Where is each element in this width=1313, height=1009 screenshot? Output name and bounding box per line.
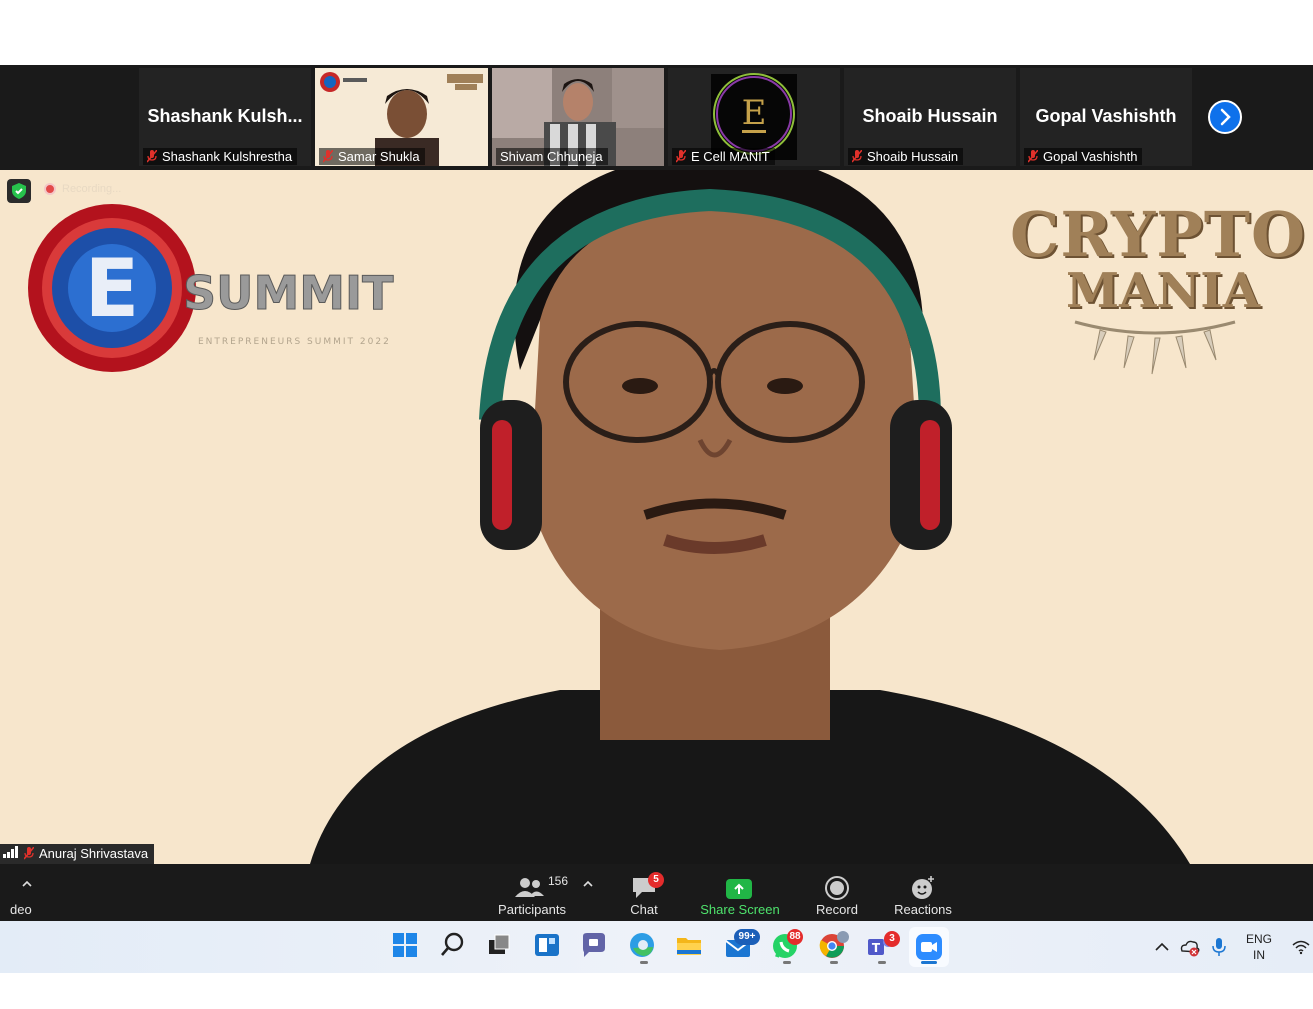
teams-chat-icon [583, 933, 605, 957]
participant-strip: Shashank Kulsh... Shashank Kulshrestha S… [0, 65, 1313, 170]
participant-big-name: Shashank Kulsh... [147, 106, 303, 126]
participant-tile-shashank[interactable]: Shashank Kulsh... Shashank Kulshrestha [139, 68, 311, 166]
recording-dot-icon [44, 183, 56, 195]
language-line1: ENG [1246, 932, 1273, 946]
signal-strength-icon [3, 846, 19, 861]
network-tray-icon[interactable] [1291, 921, 1311, 973]
record-label: Record [816, 902, 858, 917]
mail-button[interactable]: 99+ [724, 929, 760, 963]
share-screen-icon [726, 879, 752, 899]
meeting-toolbar: deo 156 Participants 5 Chat Share Screen… [0, 864, 1313, 921]
chat-label: Chat [630, 902, 658, 917]
participant-name-tag: Shivam Chhuneja [496, 148, 608, 165]
participant-tile-samar[interactable]: Samar Shukla [315, 68, 488, 166]
participant-tile-shoaib[interactable]: Shoaib Hussain Shoaib Hussain [844, 68, 1016, 166]
security-shield-icon[interactable] [7, 179, 31, 203]
record-icon [825, 876, 849, 900]
microphone-icon [1212, 938, 1226, 956]
participant-name: E Cell MANIT [691, 149, 770, 164]
mic-muted-icon [24, 847, 34, 860]
speaker-person [230, 170, 1210, 864]
mic-muted-icon [676, 150, 686, 163]
task-view-icon [489, 934, 510, 954]
task-view-button[interactable] [485, 931, 517, 963]
chevron-up-icon [22, 880, 32, 887]
participant-tile-shivam[interactable]: Shivam Chhuneja [492, 68, 664, 166]
chrome-icon [819, 931, 849, 958]
participant-name-tag: E Cell MANIT [672, 148, 775, 165]
widgets-icon [535, 934, 559, 956]
next-page-button[interactable] [1208, 100, 1242, 134]
esummit-logo-letter: E [85, 242, 140, 335]
recording-label: Recording... [62, 183, 122, 195]
svg-text:E: E [742, 93, 767, 133]
windows-logo-icon [393, 933, 417, 957]
teams-badge: 3 [884, 931, 900, 947]
participants-label: Participants [498, 902, 566, 917]
chevron-up-icon [1155, 942, 1169, 951]
recording-indicator: Recording... [44, 183, 121, 195]
people-icon [515, 878, 544, 897]
participant-big-name: Gopal Vashishth [1035, 106, 1177, 126]
svg-text:T: T [872, 941, 881, 955]
participant-tile-ecell[interactable]: E E Cell MANIT [668, 68, 840, 166]
wifi-icon [1292, 940, 1310, 955]
windows-taskbar: 99+ 88 T 3 ENG IN [0, 921, 1313, 973]
participant-name: Gopal Vashishth [1043, 149, 1138, 164]
speaker-name: Anuraj Shrivastava [39, 846, 149, 861]
smiley-plus-icon [912, 876, 934, 899]
speaker-name-tag: Anuraj Shrivastava [0, 844, 155, 864]
participants-count: 156 [548, 874, 569, 888]
chevron-up-icon [583, 880, 593, 887]
mic-muted-icon [1028, 150, 1038, 163]
mail-badge: 99+ [734, 929, 760, 945]
chrome-button[interactable] [818, 931, 850, 964]
participant-name-tag: Samar Shukla [319, 148, 425, 165]
search-icon [441, 932, 464, 956]
participant-big-name: Shoaib Hussain [862, 106, 998, 126]
tray-overflow-button[interactable] [1152, 921, 1172, 973]
teams-button[interactable]: T 3 [866, 931, 900, 964]
mic-muted-icon [147, 150, 157, 163]
language-line2: IN [1253, 948, 1265, 962]
whatsapp-button[interactable]: 88 [771, 929, 803, 964]
zoom-button[interactable] [909, 927, 949, 967]
participant-name: Shivam Chhuneja [500, 149, 603, 164]
file-explorer-button[interactable] [675, 931, 707, 963]
start-button[interactable] [391, 931, 423, 963]
participant-name: Samar Shukla [338, 149, 420, 164]
folder-icon [677, 938, 701, 955]
share-screen-label: Share Screen [700, 902, 780, 917]
participant-name-tag: Shoaib Hussain [848, 148, 964, 165]
video-label: deo [10, 902, 32, 917]
speaker-video: Recording... E SUMMIT ENTREPRENEURS SUMM… [0, 170, 1313, 864]
search-button[interactable] [438, 931, 470, 963]
chat-badge: 5 [648, 872, 664, 888]
chevron-right-icon [1220, 108, 1231, 126]
mic-muted-icon [323, 150, 333, 163]
mic-muted-icon [852, 150, 862, 163]
participant-tile-gopal[interactable]: Gopal Vashishth Gopal Vashishth [1020, 68, 1192, 166]
edge-browser-icon [630, 933, 654, 957]
participant-name-tag: Shashank Kulshrestha [143, 148, 298, 165]
cloud-error-icon [1180, 940, 1200, 957]
teams-chat-button[interactable] [580, 931, 612, 963]
participants-options-button[interactable] [578, 870, 598, 899]
onedrive-tray-icon[interactable] [1179, 921, 1201, 973]
reactions-label: Reactions [894, 902, 952, 917]
language-indicator[interactable]: ENG IN [1246, 931, 1272, 963]
edge-button[interactable] [628, 931, 660, 964]
widgets-button[interactable] [533, 931, 565, 963]
microphone-tray-icon[interactable] [1210, 921, 1228, 973]
participant-name-tag: Gopal Vashishth [1024, 148, 1143, 165]
whatsapp-badge: 88 [787, 929, 803, 945]
participant-name: Shoaib Hussain [867, 149, 959, 164]
participant-name: Shashank Kulshrestha [162, 149, 293, 164]
